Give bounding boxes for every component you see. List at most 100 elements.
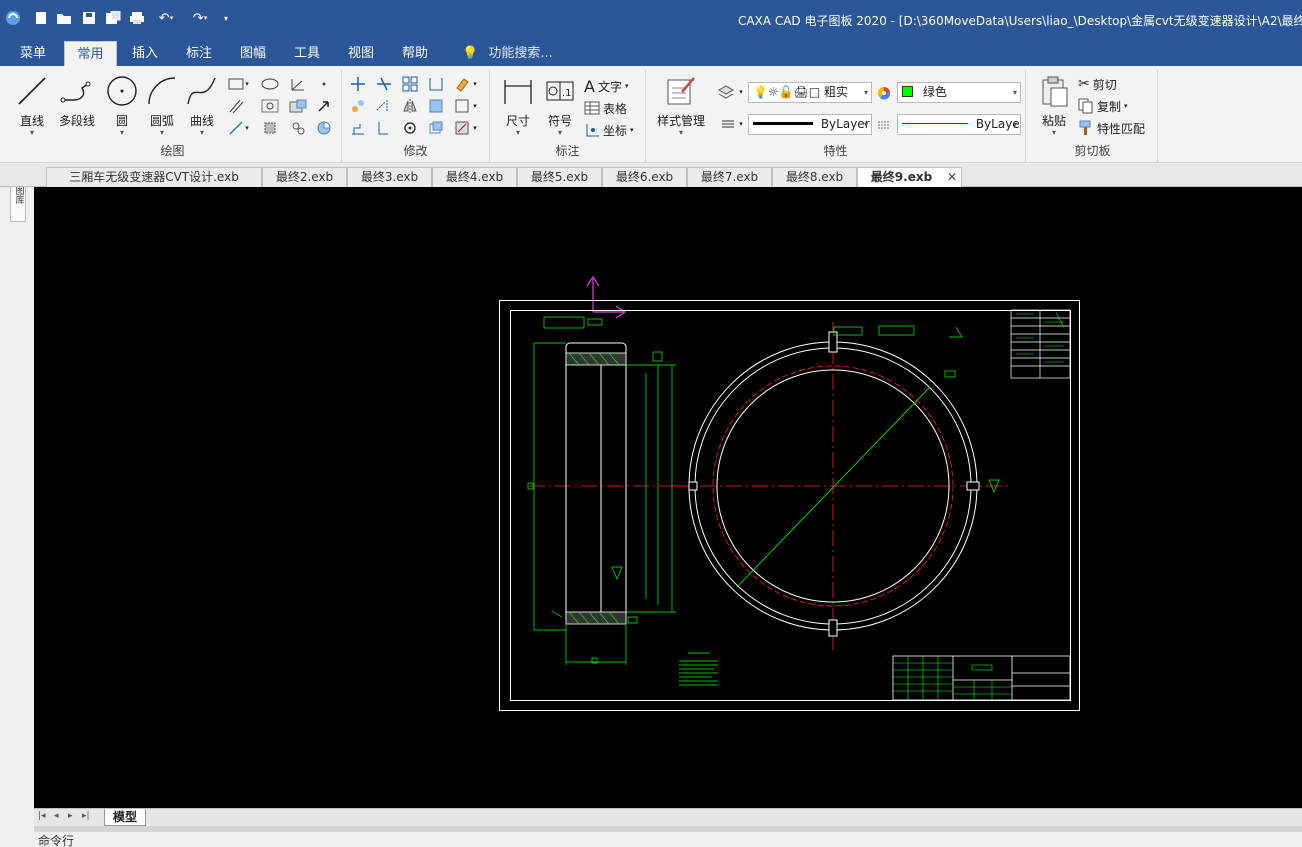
copy-button[interactable]: 复制 ▾ xyxy=(1078,96,1128,116)
line-button[interactable]: 直线 ▾ xyxy=(10,74,54,137)
match-properties-button[interactable]: 特性匹配 xyxy=(1078,118,1145,138)
block-icon[interactable] xyxy=(288,96,308,116)
hatch-icon[interactable] xyxy=(260,96,280,116)
tab-annotate[interactable]: 标注 xyxy=(176,41,222,66)
doc-tab[interactable]: 最终5.exb xyxy=(517,167,602,187)
coordinate-button[interactable]: 坐标 ▾ xyxy=(584,120,634,140)
chevron-down-icon[interactable]: ▾ xyxy=(242,74,252,94)
scale-icon[interactable] xyxy=(426,96,446,116)
open-file-icon[interactable] xyxy=(55,9,73,27)
save-icon[interactable] xyxy=(80,9,98,27)
style-manager-button[interactable]: 样式管理 ▾ xyxy=(650,74,712,137)
drawing-canvas[interactable] xyxy=(34,187,1302,808)
arrow-icon[interactable] xyxy=(314,96,334,116)
circle-button[interactable]: 圆 ▾ xyxy=(100,74,144,137)
first-layout-icon[interactable]: |◂ xyxy=(38,811,46,821)
next-layout-icon[interactable]: ▸ xyxy=(68,811,73,821)
close-icon[interactable]: ✕ xyxy=(947,168,957,187)
doc-tab[interactable]: 最终8.exb xyxy=(772,167,857,187)
symbol-button[interactable]: .1 符号 ▾ xyxy=(538,74,582,137)
print-icon[interactable] xyxy=(128,9,146,27)
polyline-button[interactable]: 多段线 xyxy=(54,74,100,136)
point-icon[interactable] xyxy=(314,74,334,94)
explode-icon[interactable] xyxy=(452,118,472,138)
doc-tab[interactable]: 最终7.exb xyxy=(687,167,772,187)
color-select[interactable]: 绿色 ▾ xyxy=(897,82,1021,103)
tab-sheet[interactable]: 图幅 xyxy=(230,41,276,66)
last-layout-icon[interactable]: ▸| xyxy=(82,811,90,821)
angle-line-icon[interactable] xyxy=(288,74,308,94)
offset-icon[interactable] xyxy=(426,118,446,138)
redo-icon[interactable]: ↷ ▾ xyxy=(186,9,214,27)
group-label-modify: 修改 xyxy=(403,144,428,158)
chevron-down-icon: ▾ xyxy=(119,128,124,137)
ellipse-icon[interactable] xyxy=(260,74,280,94)
doc-tab[interactable]: 最终6.exb xyxy=(602,167,687,187)
lineweight-icon[interactable] xyxy=(718,114,738,134)
eraser-icon[interactable] xyxy=(452,74,472,94)
color-wheel-icon[interactable] xyxy=(874,83,894,103)
copy-objects-icon[interactable] xyxy=(348,96,368,116)
chevron-down-icon[interactable]: ▾ xyxy=(242,118,252,138)
layer-manager-icon[interactable] xyxy=(716,82,736,102)
group-label-draw: 绘图 xyxy=(160,144,185,158)
curve-button[interactable]: 曲线 ▾ xyxy=(180,74,224,137)
lineweight-select[interactable]: ByLaye ▾ xyxy=(897,114,1021,135)
chevron-down-icon[interactable]: ▾ xyxy=(470,96,480,116)
doc-tab-active[interactable]: 最终9.exb ✕ xyxy=(857,167,962,188)
rotate-icon[interactable] xyxy=(400,118,420,138)
layer-select[interactable]: 💡☼🔓🖨□ 粗实 ▾ xyxy=(748,82,872,103)
paste-button[interactable]: 粘贴 ▾ xyxy=(1032,74,1076,137)
chevron-down-icon[interactable]: ▾ xyxy=(736,82,746,102)
pie-chart-icon[interactable] xyxy=(314,118,334,138)
line-pattern-icon[interactable] xyxy=(874,115,894,135)
chevron-down-icon: ▾ xyxy=(1051,128,1056,137)
mirror-icon[interactable] xyxy=(400,96,420,116)
doc-tab[interactable]: 最终4.exb xyxy=(432,167,517,187)
tab-home[interactable]: 常用 xyxy=(64,41,117,66)
window-select-icon[interactable] xyxy=(452,96,472,116)
boundary-icon[interactable] xyxy=(260,118,280,138)
new-file-icon[interactable] xyxy=(32,9,50,27)
chevron-down-icon[interactable]: ▾ xyxy=(470,74,480,94)
save-as-icon[interactable] xyxy=(104,9,122,27)
tab-insert[interactable]: 插入 xyxy=(122,41,168,66)
arc-button[interactable]: 圆弧 ▾ xyxy=(140,74,184,137)
move-icon[interactable] xyxy=(348,74,368,94)
command-line[interactable]: 命令行 xyxy=(34,832,1302,847)
tab-view[interactable]: 视图 xyxy=(338,41,384,66)
text-button[interactable]: A 文字 ▾ xyxy=(584,76,628,96)
title-block-lines xyxy=(893,656,1012,700)
group-properties: 样式管理 ▾ ▾ 💡☼🔓🖨□ 粗实 ▾ 绿色 ▾ ▾ ByLayer ▾ ByL… xyxy=(646,70,1026,162)
model-tab[interactable]: 模型 xyxy=(104,809,147,826)
doc-tab[interactable]: 三厢车无级变速器CVT设计.exb xyxy=(46,167,262,187)
tab-tools[interactable]: 工具 xyxy=(284,41,330,66)
break-icon[interactable] xyxy=(374,118,394,138)
cut-button[interactable]: ✂ 剪切 xyxy=(1078,74,1117,94)
tab-menu[interactable]: 菜单 xyxy=(10,41,56,66)
feature-search[interactable]: 💡 功能搜索... xyxy=(462,41,553,66)
app-logo-icon[interactable] xyxy=(4,9,22,27)
tab-help[interactable]: 帮助 xyxy=(392,41,438,66)
undo-icon[interactable]: ↶ ▾ xyxy=(152,9,180,27)
doc-tab[interactable]: 最终3.exb xyxy=(347,167,432,187)
paintbrush-icon xyxy=(1079,120,1091,135)
stretch-icon[interactable] xyxy=(348,118,368,138)
ucs-axis-icon xyxy=(586,275,627,319)
title-block xyxy=(892,655,1071,701)
title-bar: ↶ ▾ ↷ ▾ ▾ CAXA CAD 电子图板 2020 - [D:\360Move… xyxy=(0,0,1302,38)
chevron-down-icon[interactable]: ▾ xyxy=(736,114,746,134)
trim-icon[interactable] xyxy=(374,74,394,94)
chevron-down-icon[interactable]: ▾ xyxy=(470,118,480,138)
array-icon[interactable] xyxy=(400,74,420,94)
linetype-select[interactable]: ByLayer ▾ xyxy=(748,114,872,135)
fillet-icon[interactable] xyxy=(426,74,446,94)
customize-quick-access-icon[interactable]: ▾ xyxy=(220,9,232,27)
prev-layout-icon[interactable]: ◂ xyxy=(54,811,59,821)
parallel-line-icon[interactable] xyxy=(226,96,246,116)
table-button[interactable]: 表格 xyxy=(584,98,627,118)
extend-icon[interactable] xyxy=(374,96,394,116)
gear-icon[interactable] xyxy=(288,118,308,138)
dimension-button[interactable]: 尺寸 ▾ xyxy=(496,74,540,137)
doc-tab[interactable]: 最终2.exb xyxy=(262,167,347,187)
